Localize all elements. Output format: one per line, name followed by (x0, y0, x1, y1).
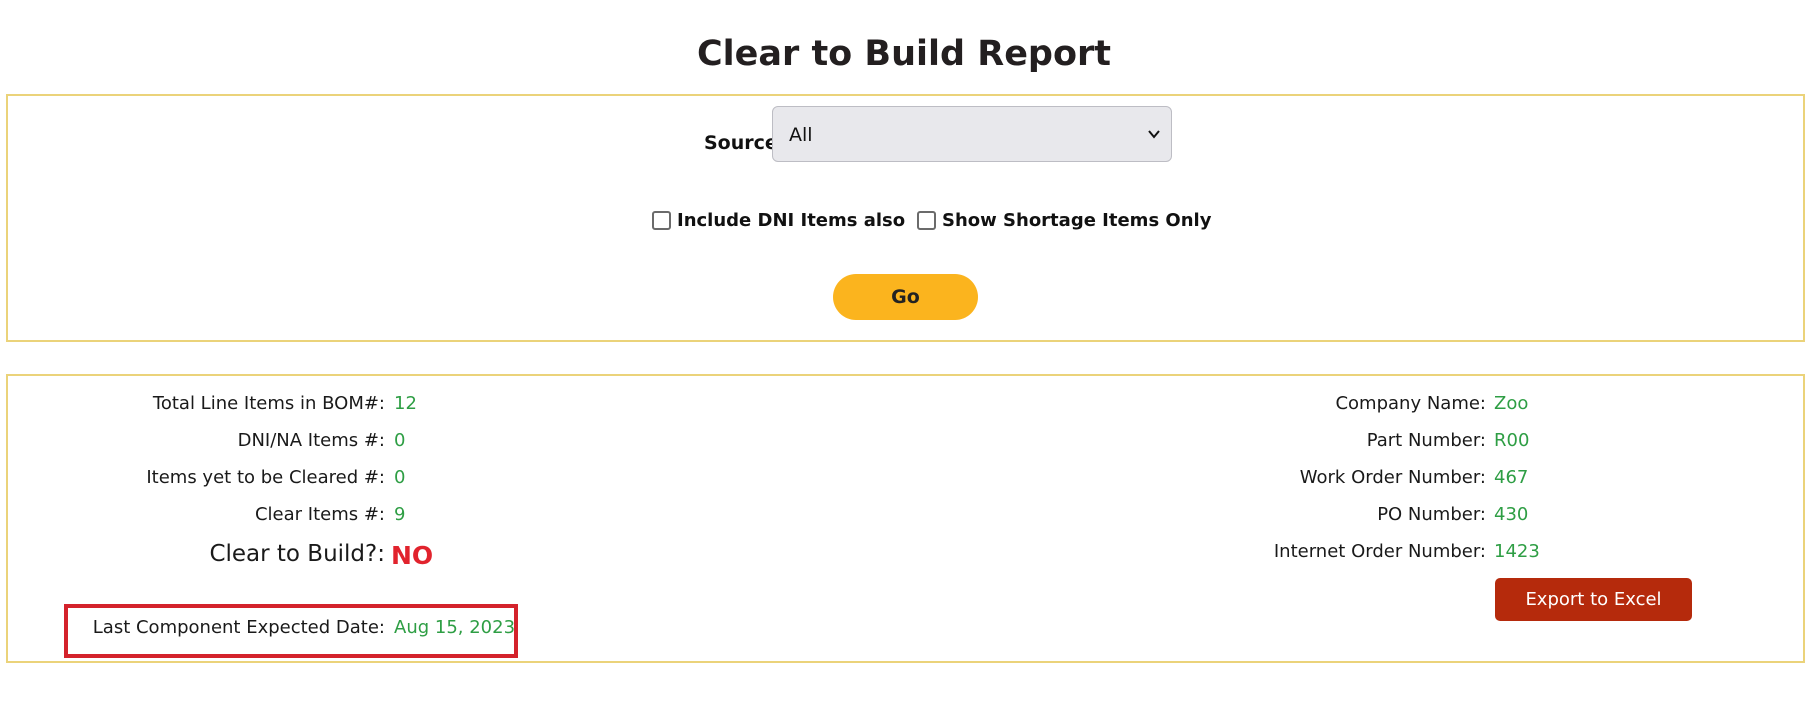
company-name-row: Company Name: Zoo (8, 393, 1708, 419)
po-number-row: PO Number: 430 (8, 504, 1708, 530)
include-dni-option[interactable]: Include DNI Items also (652, 209, 905, 231)
po-number-label: PO Number: (1377, 504, 1486, 525)
company-name-value: Zoo (1494, 393, 1529, 414)
report-page: Clear to Build Report Source All Include… (0, 0, 1808, 706)
source-label: Source (704, 132, 778, 154)
source-select-value: All (789, 124, 813, 146)
po-number-value: 430 (1494, 504, 1529, 525)
last-component-row: Last Component Expected Date: Aug 15, 20… (8, 617, 608, 643)
part-number-row: Part Number: R00 (8, 430, 1708, 456)
internet-order-label: Internet Order Number: (1273, 541, 1486, 562)
go-button[interactable]: Go (833, 274, 978, 320)
part-number-label: Part Number: (1366, 430, 1486, 451)
chevron-down-icon (1148, 130, 1160, 139)
show-shortage-checkbox[interactable] (917, 210, 936, 230)
summary-panel: Total Line Items in BOM#: 12 DNI/NA Item… (6, 374, 1805, 663)
include-dni-checkbox[interactable] (652, 210, 671, 230)
work-order-row: Work Order Number: 467 (8, 467, 1708, 493)
include-dni-label[interactable]: Include DNI Items also (677, 210, 905, 231)
last-component-date: Aug 15, 2023 (394, 617, 516, 638)
last-component-label: Last Component Expected Date: (92, 617, 385, 638)
company-name-label: Company Name: (1335, 393, 1486, 414)
work-order-label: Work Order Number: (1299, 467, 1486, 488)
source-select[interactable]: All (772, 106, 1172, 162)
page-title: Clear to Build Report (696, 34, 1112, 74)
part-number-value: R00 (1494, 430, 1530, 451)
internet-order-row: Internet Order Number: 1423 (8, 541, 1708, 567)
internet-order-value: 1423 (1494, 541, 1540, 562)
work-order-value: 467 (1494, 467, 1529, 488)
filter-panel: Source All Include DNI Items also Show S… (6, 94, 1805, 342)
export-to-excel-button[interactable]: Export to Excel (1495, 578, 1692, 621)
show-shortage-option[interactable]: Show Shortage Items Only (917, 209, 1211, 231)
show-shortage-label[interactable]: Show Shortage Items Only (942, 210, 1211, 231)
